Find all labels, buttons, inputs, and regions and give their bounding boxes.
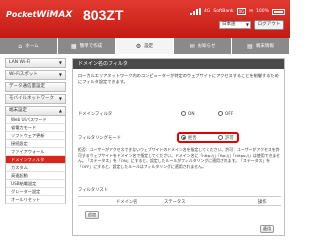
domain-filter-row: ドメインフィルタ bbox=[78, 111, 112, 117]
sidebar-item-custom[interactable]: カスタム bbox=[5, 164, 66, 172]
sidebar-item-factory-reset[interactable]: オールリセット bbox=[5, 196, 66, 204]
tab-device-info[interactable]: ▤ 端末情報 bbox=[232, 38, 290, 54]
chevron-down-icon: ▼ bbox=[58, 96, 62, 101]
chevron-down-icon: ▼ bbox=[58, 60, 62, 65]
sidebar-item-software-update[interactable]: ソフトウェア更新 bbox=[5, 132, 66, 140]
wizard-icon: ▦ bbox=[70, 42, 77, 50]
carrier-name: SoftBank bbox=[213, 9, 234, 14]
chevron-down-icon: ▼ bbox=[58, 72, 62, 77]
network-badge: 4G bbox=[236, 8, 247, 15]
sidebar-item-fast-boot[interactable]: 高速起動 bbox=[5, 172, 66, 180]
filter-on-radio[interactable] bbox=[181, 111, 186, 116]
sidebar-item-usb-power[interactable]: USB給電設定 bbox=[5, 180, 66, 188]
sidebar-group-data-usage[interactable]: データ通信量設定 bbox=[5, 82, 66, 92]
chevron-down-icon: ▼ bbox=[245, 22, 249, 27]
tab-settings[interactable]: ⚙ 設定 bbox=[116, 38, 174, 54]
mail-icon: ✉ bbox=[189, 42, 195, 50]
sidebar-group-device-settings[interactable]: 端末設定 ▲ bbox=[5, 106, 66, 116]
home-icon: ⌂ bbox=[18, 42, 23, 50]
mode-label: フィルタリングモード bbox=[78, 136, 121, 141]
filter-off-option[interactable]: OFF bbox=[218, 111, 233, 117]
mode-deny-radio[interactable] bbox=[181, 135, 186, 140]
logout-button[interactable]: ログアウト bbox=[254, 20, 284, 30]
help-note: 拒否：ユーザーがアクセスできないウェブサイトのドメイン名を指定してください。許可… bbox=[78, 147, 281, 169]
header-bar: PocketWiMAX 803ZT 4G SoftBank 4G ✉ 100% … bbox=[0, 0, 290, 38]
filter-on-option[interactable]: ON bbox=[181, 111, 195, 117]
tab-notifications[interactable]: ✉ お知らせ bbox=[174, 38, 232, 54]
mode-deny-option[interactable]: 拒否 bbox=[181, 135, 197, 141]
main-nav: ⌂ ホーム ▦ 簡単で作成 ⚙ 設定 ✉ お知らせ ▤ 端末情報 bbox=[0, 38, 290, 54]
column-status: ステータス bbox=[164, 200, 186, 205]
main-panel: ドメイン名のフィルタ ローカルエリアネットワーク内のコンピューターが特定のウェブ… bbox=[72, 58, 285, 236]
column-action: 操作 bbox=[258, 200, 267, 205]
sidebar-group-lan-wifi[interactable]: LAN Wi-Fi ▼ bbox=[5, 58, 66, 68]
sidebar-group-mobile-network[interactable]: モバイルネットワーク ▼ bbox=[5, 94, 66, 104]
language-select[interactable]: 日本語 ▼ bbox=[219, 21, 251, 29]
sidebar-group-wifi-spot[interactable]: Wi-Fiスポット ▼ bbox=[5, 70, 66, 80]
tab-wizard[interactable]: ▦ 簡単で作成 bbox=[58, 38, 116, 54]
battery-percent: 100% bbox=[255, 9, 269, 14]
chevron-up-icon: ▲ bbox=[58, 108, 62, 113]
column-domain: ドメイン名 bbox=[116, 200, 138, 205]
network-type: 4G bbox=[204, 9, 211, 14]
sidebar: LAN Wi-Fi ▼ Wi-Fiスポット ▼ データ通信量設定 モバイルネットワー… bbox=[5, 58, 66, 204]
page-description: ローカルエリアネットワーク内のコンピューターが特定のウェブサイトにアクセスするこ… bbox=[78, 73, 279, 84]
apply-button[interactable]: 適用 bbox=[260, 225, 274, 233]
sidebar-item-greater-settings[interactable]: グレーター設定 bbox=[5, 188, 66, 196]
mail-status-icon: ✉ bbox=[249, 9, 253, 14]
battery-icon bbox=[271, 8, 285, 15]
mode-row: フィルタリングモード bbox=[78, 135, 121, 141]
gear-icon: ⚙ bbox=[135, 42, 142, 50]
filter-list-label: フィルタリスト bbox=[78, 188, 108, 193]
filter-off-radio[interactable] bbox=[218, 111, 223, 116]
signal-icon bbox=[190, 8, 201, 15]
status-bar: 4G SoftBank 4G ✉ 100% bbox=[190, 8, 285, 15]
model-name: 803ZT bbox=[83, 7, 124, 23]
mode-allow-radio[interactable] bbox=[218, 135, 223, 140]
brand-logo: PocketWiMAX bbox=[6, 10, 73, 20]
tab-home[interactable]: ⌂ ホーム bbox=[0, 38, 58, 54]
domain-filter-label: ドメインフィルタ bbox=[78, 112, 113, 117]
mode-allow-option[interactable]: 許可 bbox=[218, 135, 234, 141]
info-icon: ▤ bbox=[247, 42, 253, 50]
add-button[interactable]: 追加 bbox=[85, 211, 99, 219]
sidebar-item-firewall[interactable]: ファイアウォール bbox=[5, 148, 66, 156]
page-title: ドメイン名のフィルタ bbox=[73, 59, 284, 69]
sidebar-item-connection[interactable]: 接続設定 bbox=[5, 140, 66, 148]
sidebar-item-domain-filter[interactable]: ドメインフィルタ bbox=[5, 156, 66, 164]
filter-table-header: ドメイン名 ステータス 操作 bbox=[78, 196, 281, 206]
sidebar-item-webui-password[interactable]: Web UIパスワード bbox=[5, 116, 66, 124]
sidebar-item-power-saving[interactable]: 省電力モード bbox=[5, 124, 66, 132]
